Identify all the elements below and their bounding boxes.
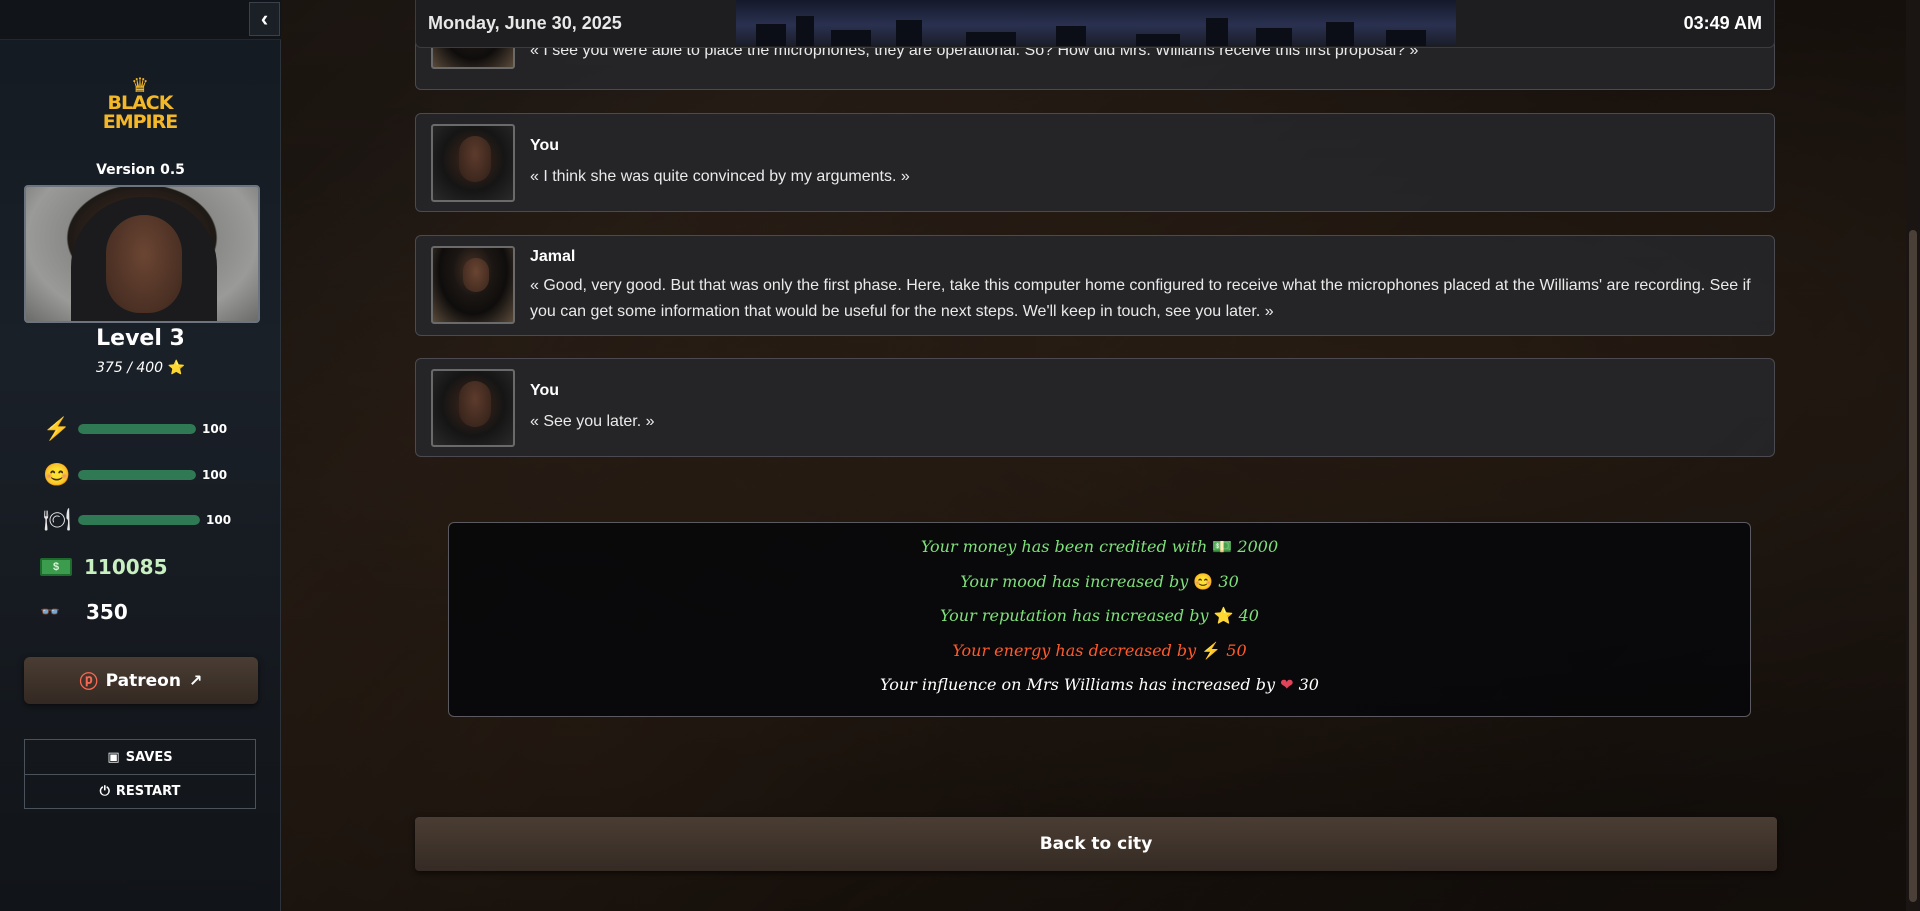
reward-text: Your influence on Mrs Williams has incre… (880, 675, 1276, 694)
reward-text: Your money has been credited with (920, 537, 1208, 556)
speaker-name: Jamal (530, 248, 576, 265)
reward-text: Your reputation has increased by (940, 606, 1209, 625)
influence-stat: 👓 350 (40, 600, 128, 624)
dialogue-message: Jamal « Good, very good. But that was on… (415, 235, 1775, 336)
energy-stat: ⚡ 100 (40, 416, 227, 442)
player-portrait (24, 185, 260, 323)
energy-icon: ⚡ (43, 416, 71, 441)
mood-icon: 😊 (43, 462, 71, 487)
reward-amount: 30 (1298, 675, 1319, 694)
reward-influence: Your influence on Mrs Williams has incre… (449, 675, 1750, 694)
jamal-avatar (431, 246, 515, 324)
energy-icon: ⚡ (1201, 641, 1222, 660)
food-stat: 🍽 100 (40, 507, 231, 533)
mood-stat: 😊 100 (40, 462, 227, 488)
money-stat: $ 110085 (40, 555, 168, 579)
rewards-panel: Your money has been credited with 💵 2000… (448, 522, 1751, 717)
dialogue-message: You « See you later. » (415, 358, 1775, 457)
logo-line-2: EMPIRE (102, 111, 179, 133)
sunglasses-icon: 👓 (40, 604, 60, 621)
saves-button[interactable]: ▣ SAVES (25, 740, 255, 774)
food-bar (78, 515, 200, 525)
restart-button[interactable]: ⏻ RESTART (25, 774, 255, 808)
external-link-icon: ↗ (188, 671, 203, 690)
energy-bar (78, 424, 196, 434)
date-time-header: Monday, June 30, 2025 03:49 AM (415, 0, 1775, 48)
chevron-left-icon: ‹ (260, 6, 269, 31)
reward-text: Your mood has increased by (960, 572, 1189, 591)
reward-reputation: Your reputation has increased by ⭐ 40 (449, 606, 1750, 625)
level-label: Level 3 (96, 326, 185, 351)
reward-energy: Your energy has decreased by ⚡ 50 (449, 641, 1750, 660)
sidebar: ‹ ♛ BLACK EMPIRE Version 0.5 Level 3 375… (0, 0, 281, 911)
reward-amount: 50 (1226, 641, 1247, 660)
city-skyline (736, 0, 1456, 46)
message-text: « Good, very good. But that was only the… (530, 277, 1751, 320)
game-logo: ♛ BLACK EMPIRE (100, 76, 180, 133)
reward-amount: 40 (1238, 606, 1259, 625)
xp-value: 375 / 400 (96, 360, 164, 376)
patreon-icon: ⓟ (79, 671, 98, 693)
money-icon: 💵 (1212, 537, 1233, 556)
food-icon: 🍽 (43, 507, 71, 532)
dialogue-message: You « I think she was quite convinced by… (415, 113, 1775, 212)
reward-mood: Your mood has increased by 😊 30 (449, 572, 1750, 591)
reward-text: Your energy has decreased by (952, 641, 1197, 660)
message-text: « I think she was quite convinced by my … (530, 168, 910, 185)
mood-bar (78, 470, 196, 480)
sidebar-top-band (0, 0, 281, 40)
mood-value: 100 (202, 468, 228, 482)
heart-icon: ❤ (1280, 675, 1294, 694)
reward-amount: 30 (1218, 572, 1239, 591)
star-icon: ⭐ (167, 360, 185, 376)
date-display: Monday, June 30, 2025 (428, 13, 622, 33)
speaker-name: You (530, 382, 560, 399)
message-text: « See you later. » (530, 413, 655, 430)
time-display: 03:49 AM (1683, 13, 1762, 33)
xp-label: 375 / 400 ⭐ (0, 360, 281, 376)
reward-amount: 2000 (1237, 537, 1279, 556)
back-to-city-button[interactable]: Back to city (415, 817, 1777, 871)
game-menu: ▣ SAVES ⏻ RESTART (24, 739, 256, 809)
player-avatar (431, 369, 515, 447)
scrollbar-thumb[interactable] (1909, 230, 1917, 902)
restart-label: RESTART (115, 784, 181, 799)
patreon-label: Patreon (105, 670, 181, 691)
star-icon: ⭐ (1213, 606, 1234, 625)
food-value: 100 (206, 513, 232, 527)
saves-label: SAVES (125, 749, 173, 765)
reward-money: Your money has been credited with 💵 2000 (449, 537, 1750, 556)
mood-icon: 😊 (1193, 572, 1214, 591)
influence-value: 350 (86, 600, 128, 624)
power-icon: ⏻ (99, 784, 110, 799)
money-icon: $ (40, 558, 72, 576)
patreon-button[interactable]: ⓟ Patreon ↗ (24, 657, 258, 704)
version-label: Version 0.5 (96, 162, 185, 178)
collapse-sidebar-button[interactable]: ‹ (249, 2, 280, 36)
speaker-name: You (530, 137, 560, 154)
player-avatar (431, 124, 515, 202)
energy-value: 100 (202, 422, 228, 436)
floppy-disk-icon: ▣ (107, 749, 120, 765)
money-value: 110085 (84, 555, 168, 579)
